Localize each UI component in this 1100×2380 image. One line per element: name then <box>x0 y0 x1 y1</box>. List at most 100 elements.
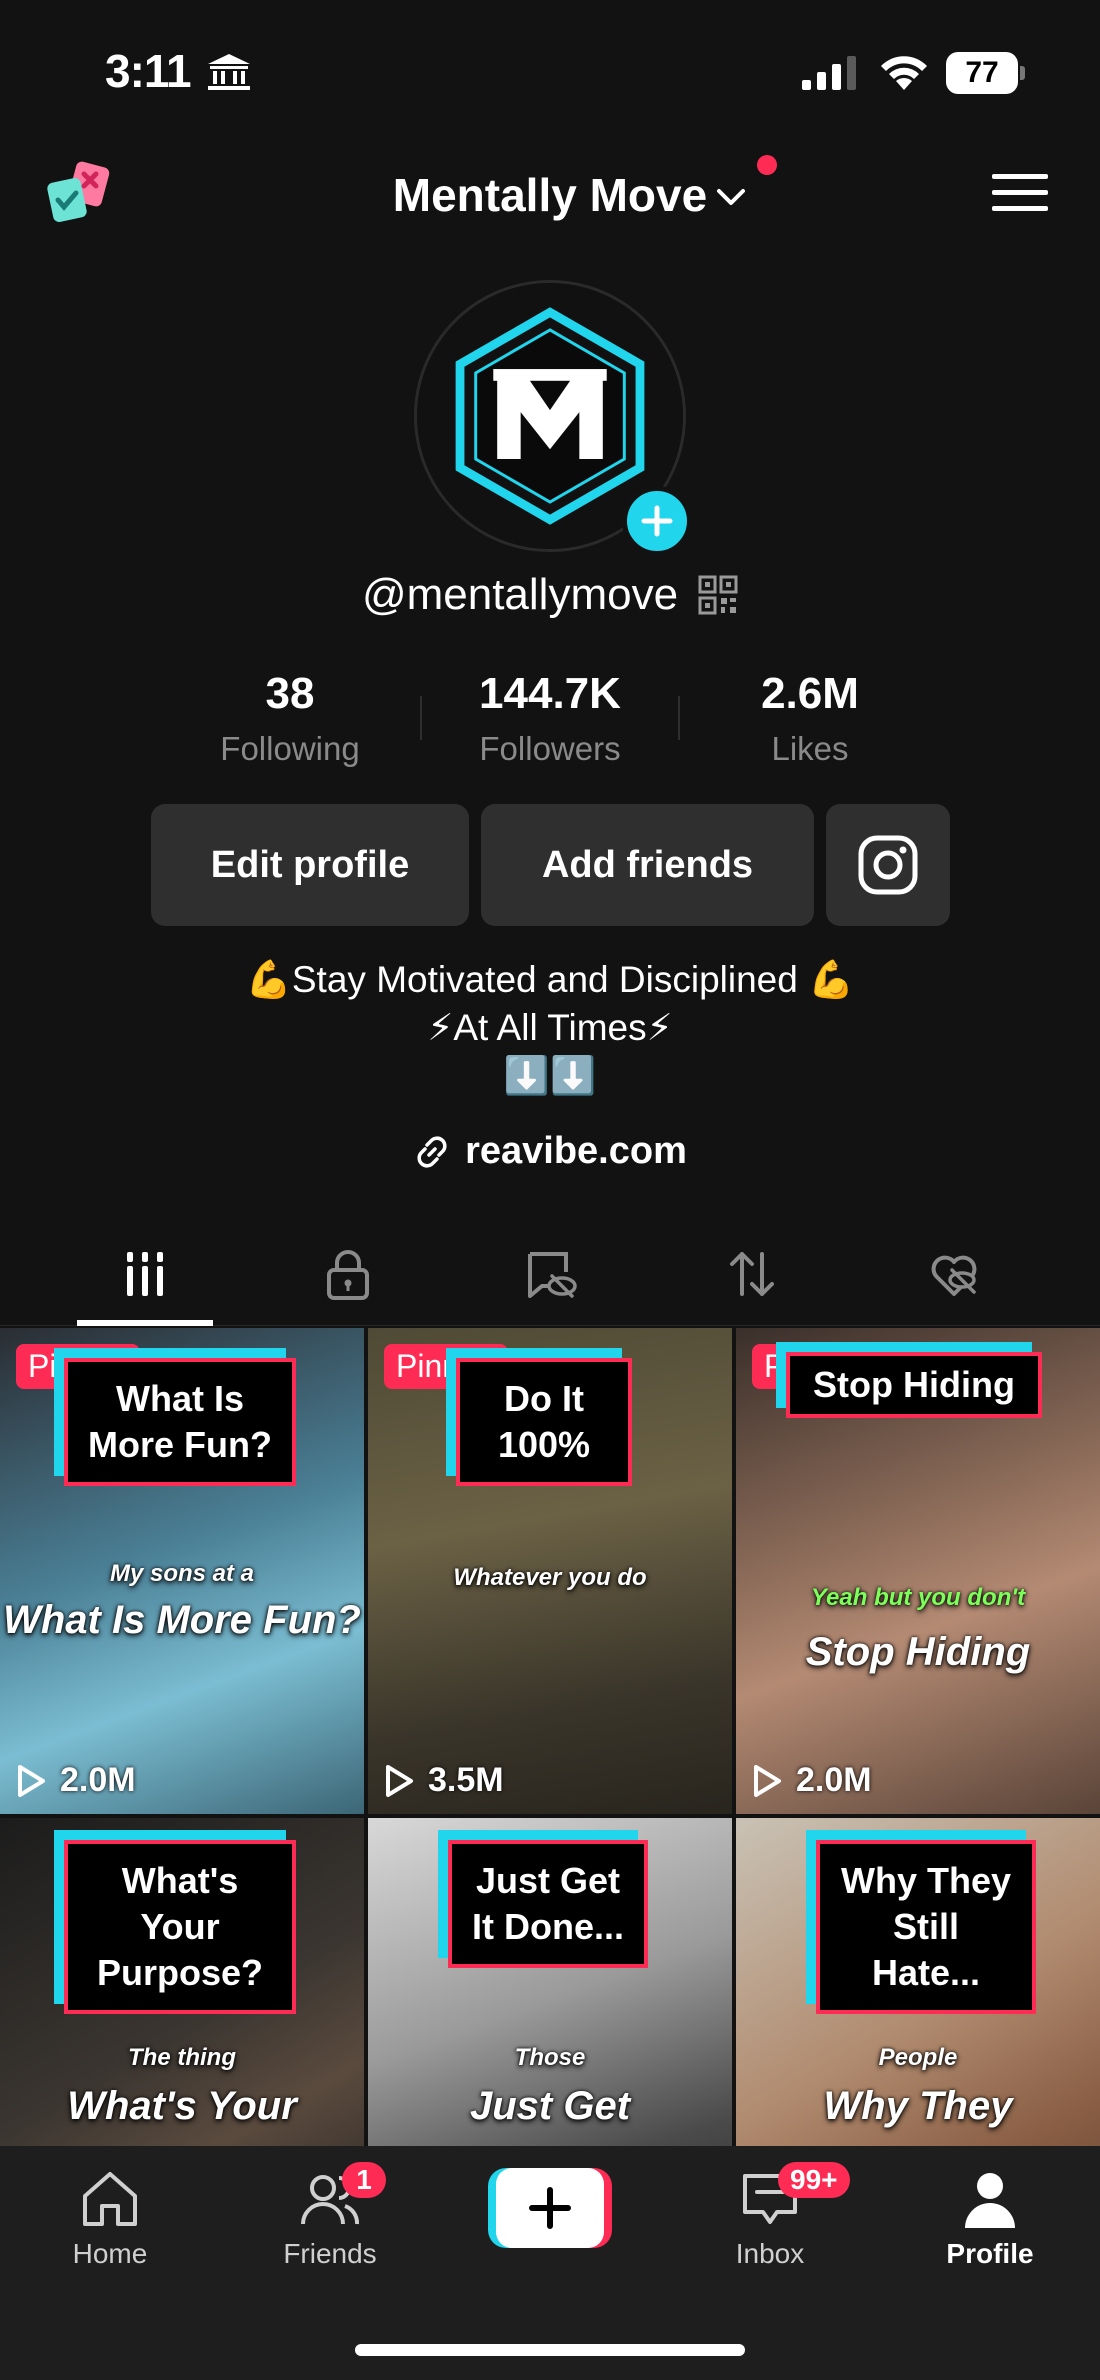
link-icon <box>417 1135 447 1168</box>
stat-followers[interactable]: 144.7K Followers <box>420 664 680 774</box>
video-caption-big: What Is More Fun? <box>3 1598 361 1642</box>
view-count: 3.5M <box>384 1761 504 1800</box>
bio: 💪Stay Motivated and Disciplined 💪 ⚡At Al… <box>0 956 1100 1100</box>
content-tabs <box>0 1218 1100 1326</box>
view-count: 2.0M <box>16 1761 136 1800</box>
video-title-card: What's Your Purpose? <box>64 1840 296 2014</box>
video-caption-big: What's Your <box>67 2084 297 2128</box>
play-icon <box>18 1764 45 1797</box>
view-count-value: 2.0M <box>796 1761 872 1799</box>
view-count-value: 3.5M <box>428 1761 504 1799</box>
followers-count: 144.7K <box>479 669 621 718</box>
video-caption-big: Stop Hiding <box>805 1630 1031 1674</box>
stat-following[interactable]: 38 Following <box>160 664 420 774</box>
account-switcher[interactable]: Mentally Move <box>370 162 770 228</box>
tab-private[interactable] <box>320 1246 376 1302</box>
video-tile[interactable]: What's Your Purpose? The thing What's Yo… <box>0 1818 364 2146</box>
video-tile[interactable]: Pinned Stop Hiding Yeah but you don't St… <box>736 1328 1100 1814</box>
create-button[interactable] <box>488 2168 612 2248</box>
video-tile[interactable]: Pinned Do It 100% Whatever you do 3.5M <box>368 1328 732 1814</box>
wifi-icon <box>881 56 927 90</box>
eye-off-icon <box>528 1252 577 1298</box>
video-tile[interactable]: Why They Still Hate... People Why They <box>736 1818 1100 2146</box>
qr-code-icon[interactable] <box>698 575 738 615</box>
grid-icon <box>127 1252 163 1296</box>
battery-level: 77 <box>946 52 1018 94</box>
video-title-card: Why They Still Hate... <box>816 1840 1036 2014</box>
following-label: Following <box>220 730 360 767</box>
creator-tools-icon[interactable] <box>42 158 114 230</box>
likes-label: Likes <box>771 730 849 767</box>
status-bar: 3:11 77 <box>0 0 1100 140</box>
home-icon <box>83 2172 137 2226</box>
username: @mentallymove <box>361 570 679 619</box>
followers-label: Followers <box>479 730 621 767</box>
repost-icon <box>730 1252 774 1296</box>
video-title-card: Do It 100% <box>456 1358 632 1486</box>
add-friends-button[interactable]: Add friends <box>481 804 814 926</box>
status-time: 3:11 <box>105 45 192 97</box>
notification-dot <box>757 155 777 175</box>
profile-link[interactable]: reavibe.com <box>0 1130 1100 1173</box>
link-text: reavibe.com <box>465 1130 687 1172</box>
profile-icon <box>965 2173 1015 2228</box>
video-caption: Yeah but you don't <box>810 1584 1026 1611</box>
instagram-button[interactable] <box>826 804 950 926</box>
video-caption: Whatever you do <box>453 1564 647 1591</box>
chevron-down-icon <box>717 189 746 205</box>
video-caption: Those <box>514 2044 586 2071</box>
video-caption-big: Just Get <box>469 2084 631 2128</box>
tab-videos[interactable] <box>117 1246 173 1302</box>
edit-profile-button[interactable]: Edit profile <box>151 804 469 926</box>
plus-icon <box>641 505 673 537</box>
nav-friends[interactable]: Friends 1 <box>250 2162 410 2270</box>
home-indicator[interactable] <box>355 2344 745 2356</box>
lock-icon <box>327 1250 369 1300</box>
tab-reposts-hidden[interactable] <box>522 1246 578 1302</box>
video-grid: Pinned What Is More Fun? My sons at a Wh… <box>0 1328 1100 2146</box>
bank-icon <box>208 54 250 90</box>
tab-liked[interactable] <box>926 1246 982 1302</box>
username-row: @mentallymove <box>0 570 1100 620</box>
friends-badge: 1 <box>342 2162 386 2198</box>
view-count: 2.0M <box>752 1761 872 1800</box>
plus-icon <box>529 2187 571 2229</box>
add-avatar-button[interactable] <box>622 486 692 556</box>
bio-line: ⬇️⬇️ <box>503 1055 597 1096</box>
active-tab-indicator <box>77 1320 213 1326</box>
nav-home-label: Home <box>72 2238 148 2269</box>
video-caption: The thing <box>128 2044 236 2071</box>
tab-reposts[interactable] <box>724 1246 780 1302</box>
nav-friends-label: Friends <box>283 2238 377 2269</box>
bio-line: 💪Stay Motivated and Disciplined 💪 <box>245 959 855 1000</box>
bio-line: ⚡At All Times⚡ <box>427 1007 673 1048</box>
nav-profile[interactable]: Profile <box>910 2166 1070 2270</box>
video-title-card: Stop Hiding <box>786 1352 1042 1418</box>
following-count: 38 <box>265 669 315 718</box>
nav-inbox[interactable]: Inbox 99+ <box>690 2162 850 2270</box>
video-title-card: Just Get It Done... <box>448 1840 648 1968</box>
video-title-card: What Is More Fun? <box>64 1358 296 1486</box>
heart-hidden-icon <box>931 1255 977 1296</box>
view-count-value: 2.0M <box>60 1761 136 1799</box>
account-name: Mentally Move <box>392 169 708 221</box>
video-caption: My sons at a <box>109 1560 255 1587</box>
instagram-icon <box>858 835 918 895</box>
video-caption: People <box>878 2044 958 2071</box>
stat-likes[interactable]: 2.6M Likes <box>680 664 940 774</box>
video-tile[interactable]: Just Get It Done... Those Just Get <box>368 1818 732 2146</box>
nav-inbox-label: Inbox <box>735 2238 805 2269</box>
nav-profile-label: Profile <box>946 2238 1034 2269</box>
inbox-badge: 99+ <box>778 2162 850 2198</box>
play-icon <box>754 1764 781 1797</box>
video-tile[interactable]: Pinned What Is More Fun? My sons at a Wh… <box>0 1328 364 1814</box>
likes-count: 2.6M <box>761 669 859 718</box>
play-icon <box>386 1764 413 1797</box>
nav-home[interactable]: Home <box>30 2166 190 2270</box>
signal-icon <box>802 56 856 90</box>
battery-indicator: 77 <box>946 52 1026 94</box>
profile-stats: 38 Following 144.7K Followers 2.6M Likes <box>160 664 940 774</box>
divider <box>420 696 422 740</box>
menu-icon[interactable] <box>990 170 1050 216</box>
video-caption-big: Why They <box>823 2084 1013 2128</box>
